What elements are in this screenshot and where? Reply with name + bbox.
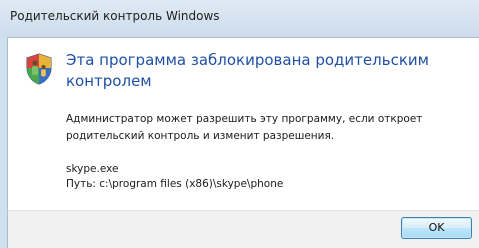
dialog-message: Администратор может разрешить эту програ… [66, 113, 423, 142]
dialog-footer: OK [7, 210, 479, 248]
parental-control-dialog: Родительский контроль Windows Эта програ… [0, 0, 479, 248]
dialog-heading: Эта программа заблокирована родительским… [66, 51, 429, 90]
window-title: Родительский контроль Windows [10, 9, 220, 23]
title-bar[interactable]: Родительский контроль Windows [0, 0, 479, 37]
program-path: Путь: c:\program files (x86)\skype\phone [66, 178, 284, 190]
parental-control-shield-icon [26, 53, 52, 85]
ok-button[interactable]: OK [401, 217, 472, 239]
program-name: skype.exe [66, 163, 119, 175]
dialog-content: Эта программа заблокирована родительским… [7, 37, 479, 210]
